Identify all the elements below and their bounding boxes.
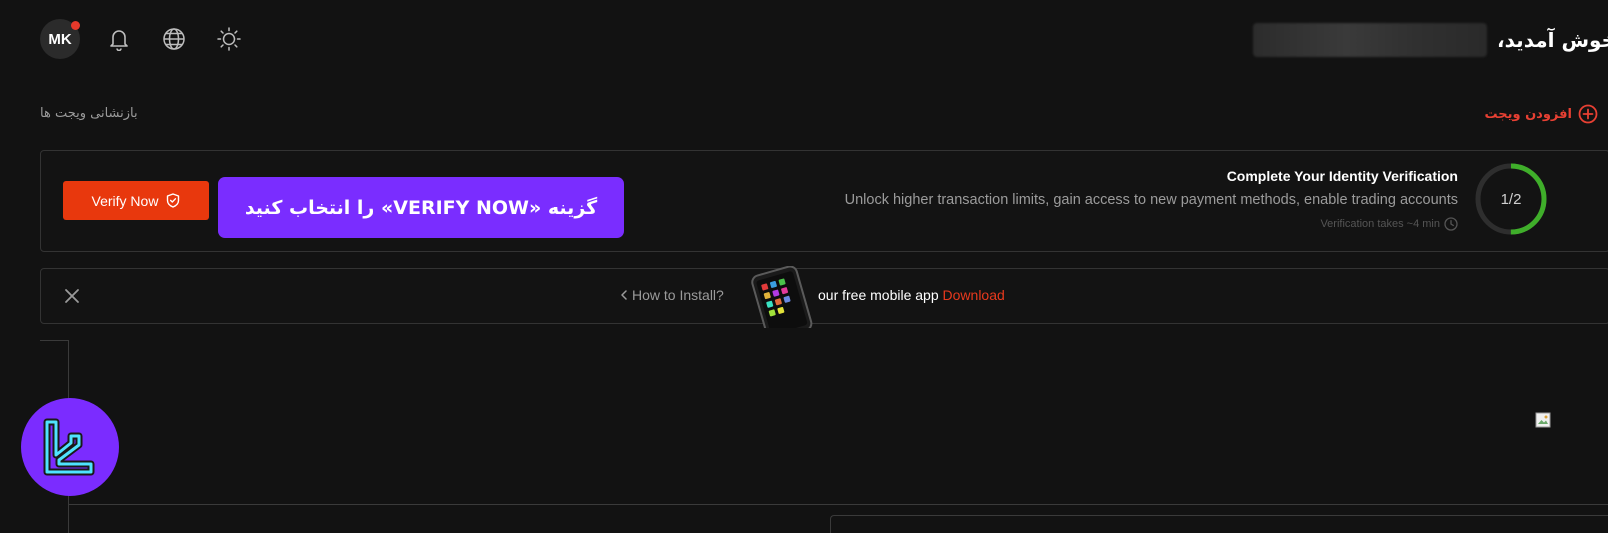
progress-label: 1/2 xyxy=(1500,190,1522,208)
panel-divider-bottom xyxy=(68,505,69,533)
brand-logo xyxy=(21,398,119,496)
dashboard-page: MK خوش آمدید، افزودن ویجت بازنشانی ویجت … xyxy=(0,0,1608,533)
verification-time-text: Verification takes ~4 min xyxy=(1320,218,1440,230)
shield-check-icon xyxy=(167,193,180,208)
welcome-text: خوش آمدید، xyxy=(1497,28,1608,52)
globe-icon[interactable] xyxy=(162,27,186,51)
blurred-username xyxy=(1253,23,1488,57)
panel-divider xyxy=(40,340,69,341)
app-promo-text: our free mobile app Download xyxy=(818,287,1005,303)
verify-now-label: Verify Now xyxy=(91,192,159,209)
plus-circle-icon xyxy=(1578,104,1598,124)
reset-widgets-link[interactable]: بازنشانی ویجت ها xyxy=(40,106,138,121)
close-icon xyxy=(65,289,79,303)
app-promo-label: our free mobile app xyxy=(818,287,939,303)
welcome-greeting: خوش آمدید، xyxy=(1253,22,1608,58)
add-widget-label: افزودن ویجت xyxy=(1484,106,1572,122)
verification-time-note: Verification takes ~4 min xyxy=(1320,216,1458,232)
notification-dot xyxy=(71,21,80,30)
clock-icon xyxy=(1444,217,1458,231)
instruction-callout: گزینه «VERIFY NOW» را انتخاب کنید xyxy=(218,177,624,238)
bottom-widget-panel xyxy=(830,515,1608,533)
download-link[interactable]: Download xyxy=(943,287,1005,303)
broken-image-icon xyxy=(1535,412,1551,428)
how-to-install-text: How to Install? xyxy=(632,287,724,303)
instruction-text: گزینه «VERIFY NOW» را انتخاب کنید xyxy=(244,196,598,219)
chevron-left-icon xyxy=(621,290,627,300)
top-bar: MK خوش آمدید، xyxy=(0,0,1608,80)
verification-description: Unlock higher transaction limits, gain a… xyxy=(844,192,1458,208)
sun-icon[interactable] xyxy=(217,27,241,51)
how-to-install-link[interactable]: How to Install? xyxy=(620,287,724,303)
widget-panel xyxy=(68,341,1608,505)
verify-now-button[interactable]: Verify Now xyxy=(63,181,209,220)
verification-title: Complete Your Identity Verification xyxy=(1226,168,1458,184)
phone-illustration xyxy=(751,266,813,328)
close-banner-button[interactable] xyxy=(62,286,82,306)
add-widget-button[interactable]: افزودن ویجت xyxy=(1484,104,1598,124)
bell-icon[interactable] xyxy=(107,27,131,51)
